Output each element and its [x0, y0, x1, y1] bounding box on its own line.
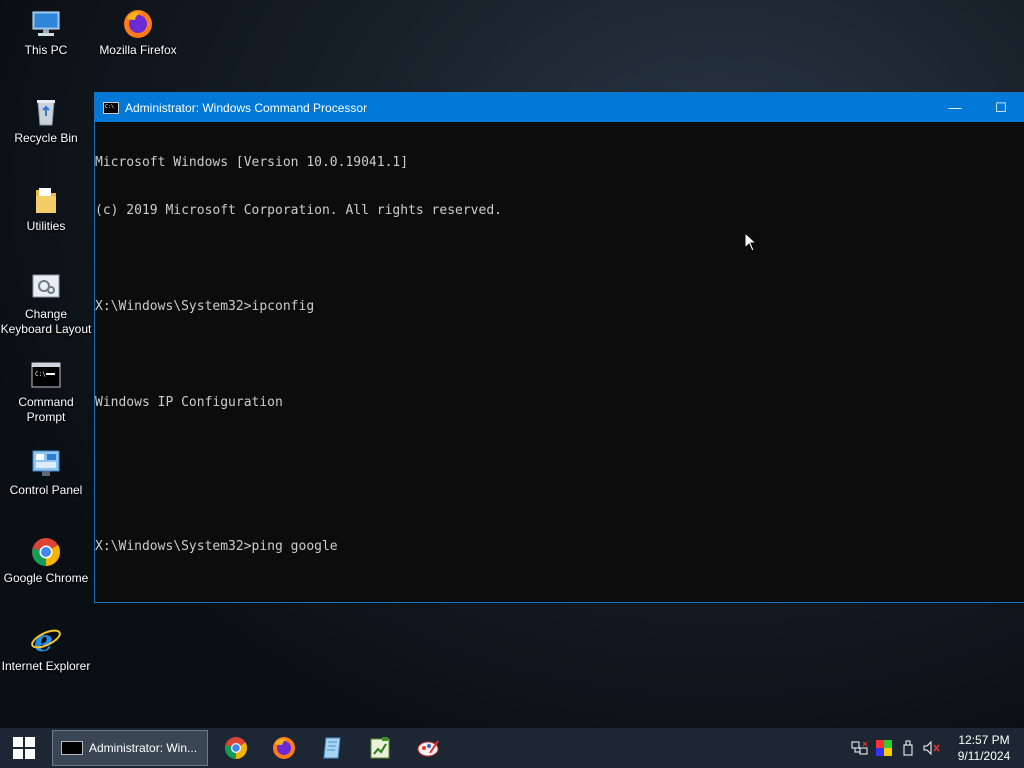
- taskbar-pin-paint[interactable]: [404, 728, 452, 768]
- desktop-icon-internet-explorer[interactable]: e Internet Explorer: [0, 624, 92, 674]
- desktop-icon-label: Internet Explorer: [1, 659, 91, 673]
- volume-muted-icon[interactable]: [920, 728, 944, 768]
- firefox-icon: [122, 8, 154, 40]
- display-color-icon[interactable]: [872, 728, 896, 768]
- taskbar: Administrator: Win... 12:57 PM 9/11/2024: [0, 728, 1024, 768]
- svg-text:e: e: [34, 624, 53, 656]
- console-line: (c) 2019 Microsoft Corporation. All righ…: [95, 203, 502, 218]
- desktop-icon-label: Google Chrome: [3, 571, 89, 585]
- windows-logo-icon: [13, 737, 35, 759]
- desktop-icon-utilities[interactable]: Utilities: [0, 184, 92, 234]
- svg-text:C:\: C:\: [35, 371, 46, 378]
- taskbar-pin-firefox[interactable]: [260, 728, 308, 768]
- taskbar-pin-spreadsheet[interactable]: [356, 728, 404, 768]
- console-line: Windows IP Configuration: [95, 395, 283, 410]
- console-output[interactable]: Microsoft Windows [Version 10.0.19041.1]…: [95, 122, 1024, 587]
- clock-date: 9/11/2024: [957, 749, 1011, 763]
- mouse-cursor-icon: [744, 231, 758, 257]
- taskbar-pin-notepad[interactable]: [308, 728, 356, 768]
- taskbar-pin-chrome[interactable]: [212, 728, 260, 768]
- desktop-icon-label: Change: [24, 307, 68, 321]
- paint-icon: [417, 740, 439, 757]
- command-prompt-icon: [103, 101, 119, 114]
- desktop-icon-change-keyboard-layout[interactable]: Change Keyboard Layout: [0, 272, 92, 337]
- desktop-icon-recycle-bin[interactable]: Recycle Bin: [0, 96, 92, 146]
- chrome-icon: [30, 536, 62, 568]
- desktop-icon-label: Prompt: [26, 410, 66, 424]
- desktop-icon-label: Recycle Bin: [14, 131, 78, 145]
- minimize-button[interactable]: —: [932, 93, 978, 122]
- desktop-icon-command-prompt[interactable]: C:\ Command Prompt: [0, 360, 92, 425]
- usb-device-icon[interactable]: [896, 728, 920, 768]
- chrome-icon: [225, 737, 247, 759]
- desktop-icon-this-pc[interactable]: This PC: [0, 8, 92, 58]
- console-line: Microsoft Windows [Version 10.0.19041.1]: [95, 155, 409, 170]
- network-icon[interactable]: [848, 728, 872, 768]
- internet-explorer-icon: e: [30, 624, 62, 659]
- system-tray: 12:57 PM 9/11/2024: [848, 728, 1024, 768]
- maximize-button[interactable]: ☐: [978, 93, 1024, 122]
- keyboard-layout-icon: [30, 272, 62, 304]
- recycle-bin-icon: [30, 96, 62, 128]
- desktop-icon-label: Mozilla Firefox: [99, 43, 177, 57]
- console-line: X:\Windows\System32>ipconfig: [95, 299, 315, 314]
- window-titlebar[interactable]: Administrator: Windows Command Processor…: [95, 93, 1024, 122]
- start-button[interactable]: [0, 728, 48, 768]
- desktop-icon-firefox[interactable]: Mozilla Firefox: [92, 8, 184, 58]
- desktop-icon-label: Command: [18, 395, 74, 409]
- desktop-icon-label: This PC: [24, 43, 68, 57]
- window-title: Administrator: Windows Command Processor: [125, 100, 368, 115]
- control-panel-icon: [30, 448, 62, 480]
- taskbar-clock[interactable]: 12:57 PM 9/11/2024: [944, 732, 1024, 764]
- console-line: X:\Windows\System32>ping google: [95, 539, 338, 554]
- folder-icon: [30, 184, 62, 216]
- desktop-icon-label: Keyboard Layout: [0, 322, 92, 336]
- command-prompt-icon: [61, 741, 83, 755]
- clock-time: 12:57 PM: [958, 733, 1010, 747]
- notepad-icon: [323, 737, 341, 759]
- taskbar-item-label: Administrator: Win...: [89, 741, 198, 755]
- command-prompt-icon: C:\: [30, 360, 62, 392]
- desktop-icon-label: Utilities: [26, 219, 66, 233]
- spreadsheet-icon: [370, 737, 390, 759]
- firefox-icon: [273, 737, 295, 759]
- desktop-icon-label: Control Panel: [9, 483, 83, 497]
- desktop-icon-google-chrome[interactable]: Google Chrome: [0, 536, 92, 586]
- command-prompt-window[interactable]: Administrator: Windows Command Processor…: [94, 92, 1024, 603]
- taskbar-item-command-prompt[interactable]: Administrator: Win...: [52, 730, 208, 766]
- computer-icon: [30, 8, 62, 40]
- desktop-icon-control-panel[interactable]: Control Panel: [0, 448, 92, 498]
